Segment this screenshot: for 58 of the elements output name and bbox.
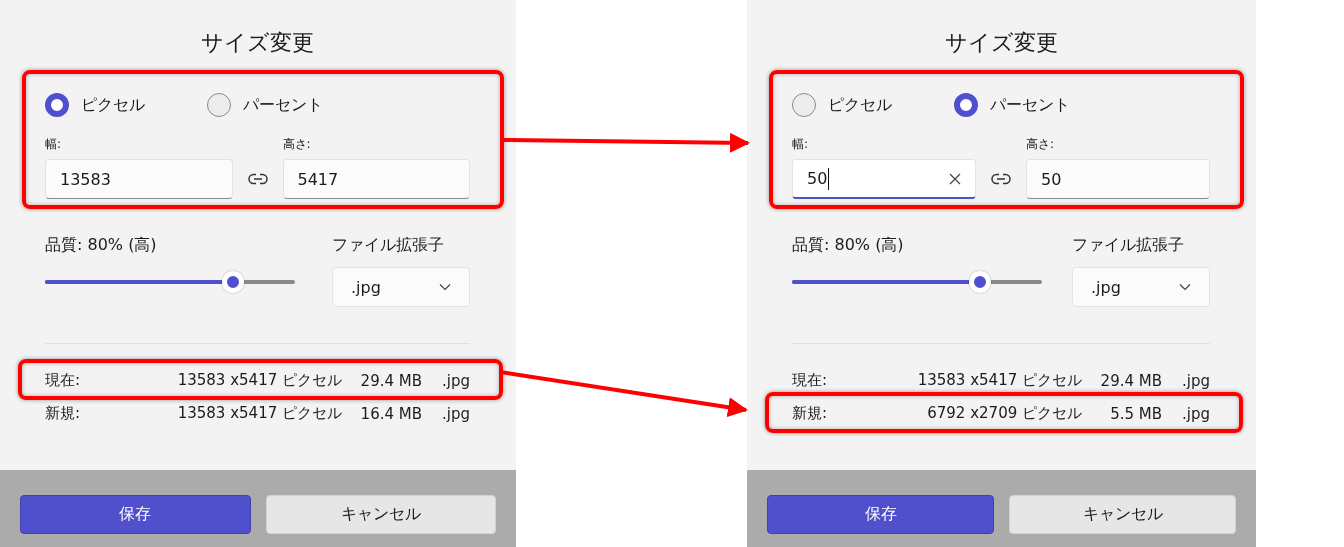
radio-option[interactable]: ピクセル (45, 93, 207, 117)
dimensions-text: 13583 x5417 ピクセル (177, 371, 342, 390)
chevron-down-icon (1179, 283, 1191, 291)
extension-text: .jpg (441, 404, 470, 423)
radio-label: パーセント (990, 94, 1070, 116)
info-label: 新規: (45, 404, 82, 423)
radio-button[interactable] (954, 93, 978, 117)
info-label: 新規: (792, 404, 829, 423)
dialog-title: サイズ変更 (943, 29, 1059, 57)
dialog-title: サイズ変更 (200, 29, 315, 57)
radio-option[interactable]: パーセント (954, 93, 1116, 117)
file-size-text: 29.4 MB (359, 371, 422, 390)
save-button[interactable]: 保存 (20, 495, 251, 534)
input-field[interactable]: 50 (1026, 159, 1210, 199)
field-label: 高さ: (282, 136, 312, 153)
extension-text: .jpg (1181, 404, 1210, 423)
radio-button[interactable] (207, 93, 231, 117)
quality-slider[interactable] (45, 271, 295, 293)
extension-dropdown[interactable]: .jpg (1072, 267, 1210, 307)
info-label: 現在: (792, 371, 829, 390)
extension-text: .jpg (441, 371, 470, 390)
save-button[interactable]: 保存 (767, 495, 994, 534)
radio-button[interactable] (792, 93, 816, 117)
clear-icon[interactable] (949, 172, 961, 185)
cancel-button[interactable]: キャンセル (265, 495, 496, 534)
extension-label: ファイル拡張子 (1072, 235, 1185, 256)
dimensions-text: 13583 x5417 ピクセル (177, 404, 342, 423)
dimensions-text: 13583 x5417 ピクセル (917, 371, 1082, 390)
field-label: 幅: (792, 136, 810, 153)
cancel-button[interactable]: キャンセル (1009, 495, 1236, 534)
radio-label: ピクセル (828, 94, 892, 116)
extension-text: .jpg (1181, 371, 1210, 390)
slider-thumb[interactable] (221, 271, 244, 293)
text-cursor (828, 167, 830, 190)
radio-option[interactable]: ピクセル (792, 93, 954, 117)
input-field[interactable]: 5417 (282, 159, 470, 199)
extension-dropdown[interactable]: .jpg (332, 267, 470, 307)
radio-option[interactable]: パーセント (207, 93, 369, 117)
field-label: 高さ: (1026, 136, 1056, 153)
radio-label: パーセント (243, 94, 323, 116)
radio-label: ピクセル (81, 94, 145, 116)
slider-thumb[interactable] (968, 271, 991, 293)
quality-slider[interactable] (792, 271, 1042, 293)
link-icon[interactable] (247, 173, 268, 185)
radio-button[interactable] (45, 93, 69, 117)
file-size-text: 16.4 MB (359, 404, 422, 423)
field-label: 幅: (45, 136, 63, 153)
quality-label: 品質: 80% (高) (45, 235, 158, 256)
dimensions-text: 6792 x2709 ピクセル (927, 404, 1082, 423)
link-icon[interactable] (991, 173, 1011, 185)
file-size-text: 5.5 MB (1109, 404, 1162, 423)
quality-label: 品質: 80% (高) (792, 235, 905, 256)
input-field[interactable]: 50 (792, 159, 976, 199)
file-size-text: 29.4 MB (1099, 371, 1162, 390)
chevron-down-icon (439, 283, 451, 291)
info-label: 現在: (45, 371, 82, 390)
input-field[interactable]: 13583 (45, 159, 233, 199)
extension-label: ファイル拡張子 (332, 235, 445, 256)
